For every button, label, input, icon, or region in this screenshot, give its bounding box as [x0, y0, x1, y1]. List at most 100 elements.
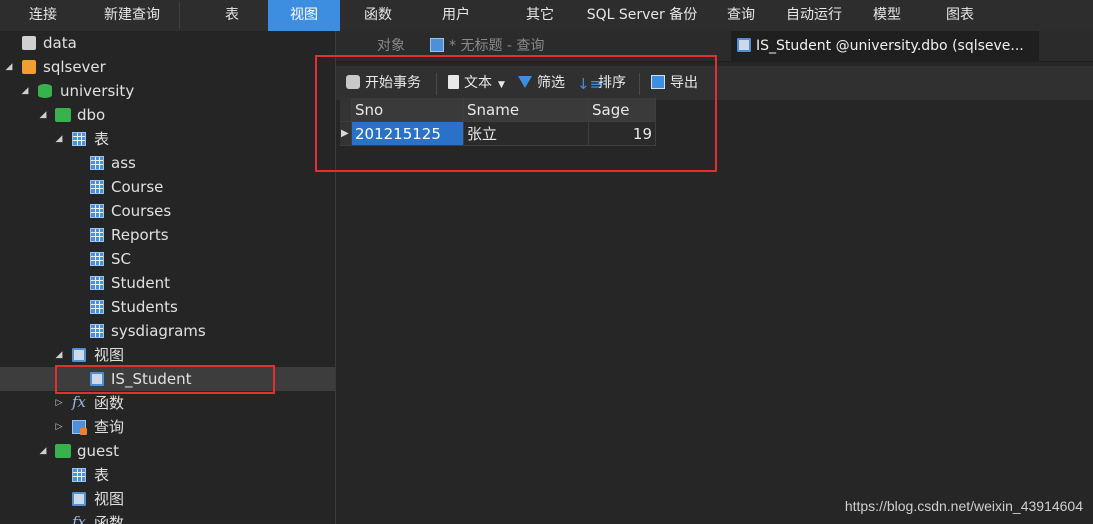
chevron-down-icon: ▼ — [498, 80, 505, 90]
current-row-indicator-icon[interactable]: ▶ — [340, 122, 352, 146]
filter-button[interactable]: 筛选 — [518, 66, 565, 100]
menu-new-query[interactable]: 新建查询 — [86, 0, 178, 31]
table-icon — [90, 276, 104, 290]
view-icon — [72, 492, 86, 506]
tree-table-item[interactable]: Reports — [0, 223, 335, 247]
tree-label: 函数 — [94, 394, 125, 412]
tree-label: 表 — [94, 466, 110, 484]
data-toolbar: 开始事务 文本 ▼ 筛选 ↓≡排序 导出 — [336, 66, 1093, 100]
expanded-arrow-icon[interactable]: ◢ — [38, 439, 48, 463]
view-icon — [90, 372, 104, 386]
collapsed-arrow-icon[interactable]: ▷ — [54, 415, 64, 439]
table-cell-sno[interactable]: 201215125 — [352, 122, 464, 146]
tab-label: * 无标题 - 查询 — [449, 38, 545, 54]
tab-label: IS_Student @university.dbo (sqlseve... — [756, 38, 1024, 54]
tree-label: guest — [77, 442, 119, 460]
tree-node-guest[interactable]: ◢ guest — [0, 439, 335, 463]
table-icon — [90, 300, 104, 314]
tab-objects[interactable]: 对象 — [356, 31, 426, 61]
tree-label: 视图 — [94, 346, 125, 364]
expanded-arrow-icon[interactable]: ◢ — [38, 103, 48, 127]
transaction-icon — [346, 75, 360, 89]
query-icon — [72, 420, 87, 435]
tree-node-dbo[interactable]: ◢ dbo — [0, 103, 335, 127]
menu-function[interactable]: 函数 — [342, 0, 414, 31]
sort-icon: ↓≡ — [577, 75, 603, 93]
menu-user[interactable]: 用户 — [418, 0, 494, 31]
tree-node-data[interactable]: data — [0, 31, 335, 55]
tree-table-item[interactable]: ass — [0, 151, 335, 175]
tree-node-guest-tables[interactable]: 表 — [0, 463, 335, 487]
tree-view-is-student[interactable]: IS_Student — [0, 367, 335, 391]
column-header-sname[interactable]: Sname — [464, 98, 589, 122]
tree-table-item[interactable]: SC — [0, 247, 335, 271]
tree-node-functions[interactable]: ▷ fx 函数 — [0, 391, 335, 415]
column-header-sage[interactable]: Sage — [589, 98, 656, 122]
export-icon — [651, 75, 665, 89]
schema-icon — [55, 108, 71, 122]
menu-auto-run[interactable]: 自动运行 — [778, 0, 850, 31]
table-icon — [90, 252, 104, 266]
tree-table-item[interactable]: Courses — [0, 199, 335, 223]
menu-sqlserver-backup[interactable]: SQL Server 备份 — [580, 0, 704, 31]
export-button[interactable]: 导出 — [651, 66, 698, 100]
tree-node-guest-functions[interactable]: fx 函数 — [0, 511, 335, 524]
tree-table-item[interactable]: Course — [0, 175, 335, 199]
tree-label: Course — [111, 178, 164, 196]
view-icon — [72, 348, 86, 362]
tree-table-item[interactable]: Students — [0, 295, 335, 319]
table-cell-sage[interactable]: 19 — [589, 122, 656, 146]
column-header-sno[interactable]: Sno — [352, 98, 464, 122]
tab-untitled-query[interactable]: * 无标题 - 查询 — [428, 31, 730, 61]
menu-view[interactable]: 视图 — [268, 0, 340, 31]
tree-node-tables[interactable]: ◢ 表 — [0, 127, 335, 151]
server-icon — [22, 60, 36, 74]
tree-label: ass — [111, 154, 136, 172]
expanded-arrow-icon[interactable]: ◢ — [4, 55, 14, 79]
tree-label: Reports — [111, 226, 169, 244]
button-label: 开始事务 — [365, 75, 421, 91]
table-icon — [90, 324, 104, 338]
navigation-tree: data ◢ sqlsever ◢ university ◢ dbo ◢ 表 a… — [0, 31, 336, 524]
button-label: 导出 — [670, 75, 698, 91]
menu-separator — [179, 2, 180, 29]
tree-node-sqlsever[interactable]: ◢ sqlsever — [0, 55, 335, 79]
tree-label: 表 — [94, 130, 110, 148]
menu-model[interactable]: 模型 — [858, 0, 916, 31]
tree-node-queries[interactable]: ▷ 查询 — [0, 415, 335, 439]
text-button[interactable]: 文本 ▼ — [448, 66, 505, 100]
top-menu-bar: 连接 新建查询 表 视图 函数 用户 其它 SQL Server 备份 查询 自… — [0, 0, 1093, 32]
menu-other[interactable]: 其它 — [502, 0, 578, 31]
tree-label: SC — [111, 250, 131, 268]
connection-icon — [22, 36, 36, 50]
tree-table-item[interactable]: Student — [0, 271, 335, 295]
collapsed-arrow-icon[interactable]: ▷ — [54, 391, 64, 415]
table-icon — [72, 468, 86, 482]
tree-table-item[interactable]: sysdiagrams — [0, 319, 335, 343]
expanded-arrow-icon[interactable]: ◢ — [54, 127, 64, 151]
view-icon — [737, 38, 751, 52]
button-label: 文本 — [464, 75, 492, 91]
toolbar-separator — [639, 73, 640, 95]
function-icon: fx — [72, 513, 87, 524]
sort-button[interactable]: ↓≡排序 — [577, 66, 626, 100]
tree-label: dbo — [77, 106, 106, 124]
tree-node-university[interactable]: ◢ university — [0, 79, 335, 103]
menu-chart[interactable]: 图表 — [924, 0, 996, 31]
button-label: 筛选 — [537, 75, 565, 91]
expanded-arrow-icon[interactable]: ◢ — [20, 79, 30, 103]
menu-table[interactable]: 表 — [198, 0, 266, 31]
tree-node-guest-views[interactable]: 视图 — [0, 487, 335, 511]
table-icon — [90, 156, 104, 170]
tab-bar: 对象 * 无标题 - 查询 IS_Student @university.dbo… — [336, 31, 1093, 62]
table-cell-sname[interactable]: 张立 — [464, 122, 589, 146]
tree-node-views[interactable]: ◢ 视图 — [0, 343, 335, 367]
expanded-arrow-icon[interactable]: ◢ — [54, 343, 64, 367]
tree-label: Students — [111, 298, 178, 316]
menu-connect[interactable]: 连接 — [0, 0, 86, 31]
tree-label: data — [43, 34, 77, 52]
tree-label: university — [60, 82, 135, 100]
begin-transaction-button[interactable]: 开始事务 — [346, 66, 421, 100]
menu-query[interactable]: 查询 — [712, 0, 770, 31]
tab-is-student[interactable]: IS_Student @university.dbo (sqlseve... — [731, 31, 1039, 61]
